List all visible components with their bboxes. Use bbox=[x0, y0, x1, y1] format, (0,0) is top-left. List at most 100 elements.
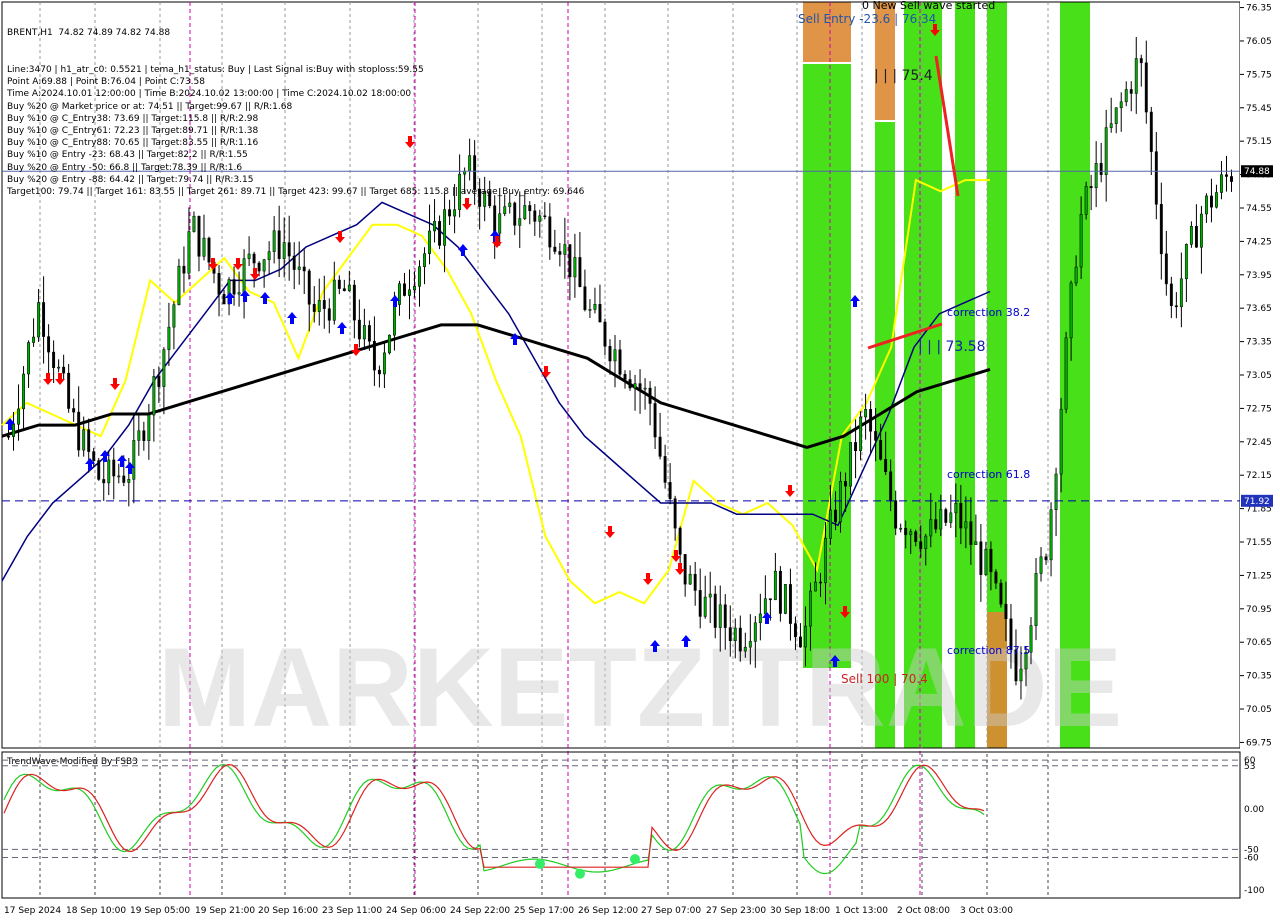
bull-candle bbox=[708, 593, 712, 598]
sell-arrow-icon bbox=[43, 373, 53, 385]
bear-candle bbox=[142, 430, 146, 441]
bear-candle bbox=[548, 216, 552, 248]
bull-candle bbox=[899, 527, 903, 530]
bear-candle bbox=[1225, 174, 1228, 177]
bear-candle bbox=[568, 244, 572, 278]
sell-arrow-icon bbox=[605, 526, 615, 538]
price-tick-label: 76.35 bbox=[1246, 4, 1272, 14]
bull-candle bbox=[237, 292, 241, 295]
bull-candle bbox=[177, 265, 181, 305]
bear-candle bbox=[1044, 556, 1048, 561]
buy-arrow-icon bbox=[850, 295, 860, 307]
price-tick-label: 70.35 bbox=[1246, 672, 1272, 682]
bull-candle bbox=[82, 429, 86, 451]
bear-candle bbox=[1159, 204, 1163, 255]
price-tick-label: 70.95 bbox=[1246, 605, 1272, 615]
bear-candle bbox=[603, 321, 607, 347]
bear-candle bbox=[728, 627, 732, 642]
bear-candle bbox=[713, 593, 717, 628]
bull-candle bbox=[22, 373, 25, 410]
price-tick-label: 75.45 bbox=[1246, 104, 1272, 114]
bull-candle bbox=[433, 221, 436, 232]
bear-candle bbox=[533, 210, 537, 222]
bull-candle bbox=[12, 424, 15, 437]
bull-candle bbox=[192, 215, 196, 232]
bull-candle bbox=[418, 266, 421, 287]
bull-candle bbox=[1019, 668, 1023, 682]
bull-candle bbox=[297, 266, 301, 270]
bear-candle bbox=[232, 279, 236, 295]
bull-candle bbox=[939, 509, 943, 530]
sell-arrow-icon bbox=[462, 198, 472, 210]
bear-candle bbox=[312, 303, 316, 312]
bull-candle bbox=[127, 479, 131, 483]
bear-candle bbox=[52, 351, 56, 368]
bull-candle bbox=[117, 475, 121, 478]
bull-candle bbox=[1094, 163, 1098, 189]
bull-candle bbox=[783, 584, 787, 614]
bull-candle bbox=[317, 300, 321, 312]
bull-candle bbox=[954, 503, 958, 514]
bear-candle bbox=[944, 509, 948, 523]
time-label: 20 Sep 16:00 bbox=[258, 906, 318, 916]
bull-candle bbox=[824, 537, 827, 584]
bull-candle bbox=[1179, 278, 1183, 308]
time-label: 18 Sep 10:00 bbox=[66, 906, 126, 916]
bull-candle bbox=[1114, 107, 1118, 124]
bull-candle bbox=[187, 231, 191, 274]
bear-candle bbox=[884, 459, 888, 473]
bull-candle bbox=[428, 230, 431, 254]
bear-candle bbox=[357, 319, 361, 340]
bear-candle bbox=[653, 403, 657, 438]
price-tick-label: 71.25 bbox=[1246, 571, 1272, 581]
new-sell-wave-label: 0 New Sell wave started bbox=[862, 0, 995, 12]
time-label: 27 Sep 07:00 bbox=[641, 906, 701, 916]
time-label: 30 Sep 18:00 bbox=[770, 906, 830, 916]
bear-candle bbox=[648, 387, 652, 404]
bull-candle bbox=[949, 512, 953, 523]
bull-candle bbox=[413, 286, 416, 291]
bear-candle bbox=[994, 571, 998, 584]
bull-candle bbox=[107, 459, 111, 484]
info-panel: BRENT,H1 74.82 74.89 74.82 74.88 Line:34… bbox=[7, 3, 584, 196]
bear-candle bbox=[372, 340, 376, 371]
bull-candle bbox=[748, 641, 752, 648]
bear-candle bbox=[959, 503, 963, 529]
bull-candle bbox=[743, 646, 747, 652]
bull-candle bbox=[688, 573, 692, 585]
bull-candle bbox=[633, 383, 637, 389]
time-axis: 17 Sep 2024 18 Sep 10:00 19 Sep 05:00 19 Se… bbox=[4, 906, 1013, 916]
price-tick-label: 73.65 bbox=[1246, 304, 1272, 314]
bull-candle bbox=[443, 209, 447, 246]
bull-candle bbox=[1124, 89, 1128, 103]
bear-candle bbox=[207, 237, 211, 263]
sell-arrow-icon bbox=[110, 378, 120, 390]
bull-candle bbox=[703, 596, 707, 617]
bear-candle bbox=[1169, 283, 1173, 306]
time-label: 2 Oct 08:00 bbox=[897, 906, 950, 916]
bull-candle bbox=[588, 309, 592, 311]
bull-candle bbox=[924, 535, 928, 549]
info-line: Buy %10 @ C_Entry61: 72.23 || Target:89.… bbox=[7, 125, 259, 136]
bull-candle bbox=[1119, 101, 1123, 109]
bull-candle bbox=[718, 604, 722, 628]
time-label: 3 Oct 03:00 bbox=[960, 906, 1013, 916]
signal-dot-icon bbox=[575, 868, 585, 879]
bull-candle bbox=[423, 253, 426, 267]
time-label: 23 Sep 11:00 bbox=[322, 906, 382, 916]
bear-candle bbox=[894, 500, 898, 529]
time-label: 25 Sep 17:00 bbox=[514, 906, 574, 916]
buy-arrow-icon bbox=[458, 244, 468, 256]
bull-candle bbox=[1199, 213, 1203, 248]
bear-candle bbox=[327, 308, 331, 321]
zone-band bbox=[803, 64, 851, 668]
bull-candle bbox=[1204, 195, 1208, 215]
point-b-label: | | | 75.4 bbox=[874, 68, 933, 84]
sell-entry-label: Sell Entry -23.6 | 76.34 bbox=[798, 12, 936, 26]
bear-candle bbox=[628, 379, 632, 389]
bull-candle bbox=[643, 387, 647, 390]
bull-candle bbox=[382, 352, 386, 375]
bear-candle bbox=[558, 251, 562, 255]
wave-line-red bbox=[3, 763, 985, 868]
bull-candle bbox=[453, 209, 457, 217]
